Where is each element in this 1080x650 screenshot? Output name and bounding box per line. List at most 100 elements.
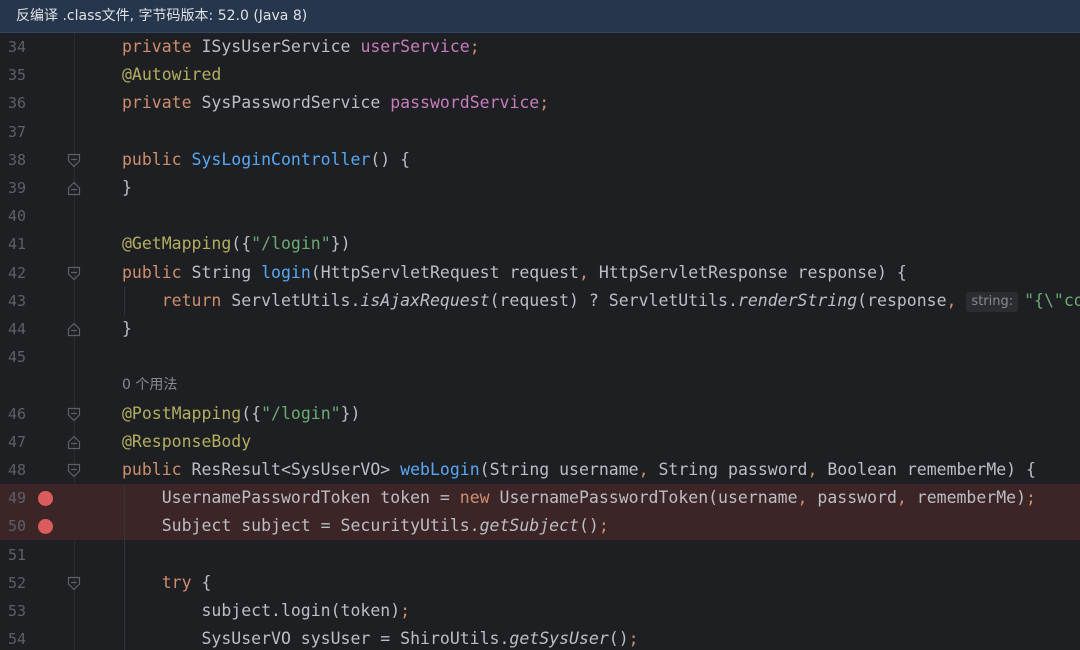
code-line[interactable]: 37 (0, 118, 1080, 146)
code-line[interactable]: 41 @GetMapping({"/login"}) (0, 230, 1080, 258)
code-text: @GetMapping({"/login"}) (122, 230, 351, 258)
code-text: subject.login(token); (122, 597, 410, 625)
code-token: ; (1026, 488, 1036, 508)
code-line[interactable]: 48 public ResResult<SysUserVO> webLogin(S… (0, 456, 1080, 484)
line-number[interactable]: 42 (0, 259, 26, 287)
code-token: @ResponseBody (122, 431, 252, 451)
line-number[interactable]: 41 (0, 230, 26, 258)
code-token: public (122, 460, 192, 479)
line-number[interactable]: 52 (0, 569, 26, 597)
code-token: , (797, 488, 818, 508)
code-token: Boolean rememberMe) { (827, 460, 1036, 479)
line-number[interactable]: 47 (0, 428, 26, 456)
line-number[interactable]: 39 (0, 174, 26, 202)
code-editor[interactable]: 34 private ISysUserService userService; 35… (0, 33, 1080, 650)
breakpoint-icon[interactable] (38, 491, 53, 507)
code-token: } (122, 319, 132, 338)
code-text: @Autowired (122, 61, 221, 89)
line-number[interactable]: 45 (0, 343, 26, 371)
code-token: String (191, 262, 262, 282)
fold-open-icon[interactable] (67, 407, 81, 422)
line-number[interactable]: 54 (0, 625, 26, 650)
code-token: ResResult<SysUserVO> (191, 460, 401, 479)
code-line[interactable]: 45 (0, 343, 1080, 371)
code-text: } (122, 315, 132, 343)
code-token: try (122, 572, 202, 592)
code-token: ; (628, 629, 639, 649)
line-number[interactable]: 38 (0, 146, 26, 174)
code-token: private (122, 93, 202, 113)
code-token: , (807, 460, 828, 479)
code-line[interactable]: 54 SysUserVO sysUser = ShiroUtils.getSys… (0, 625, 1080, 650)
line-number[interactable]: 37 (0, 118, 26, 146)
code-text: private SysPasswordService passwordServi… (122, 89, 549, 117)
code-token: (request) ? ServletUtils. (489, 290, 738, 310)
code-text: return ServletUtils.isAjaxRequest(reques… (122, 287, 1080, 315)
code-token: }) (340, 403, 361, 423)
line-number[interactable]: 53 (0, 597, 26, 625)
code-line[interactable]: 44} (0, 315, 1080, 343)
code-token: Subject subject = SecurityUtils. (122, 516, 480, 536)
line-number[interactable]: 51 (0, 541, 26, 569)
code-line[interactable]: 43 return ServletUtils.isAjaxRequest(req… (0, 287, 1080, 315)
code-text: public SysLoginController() { (122, 146, 410, 174)
fold-open-icon[interactable] (67, 576, 81, 591)
line-number[interactable]: 44 (0, 315, 26, 343)
code-line[interactable]: 53 subject.login(token); (0, 597, 1080, 625)
line-number[interactable]: 43 (0, 287, 26, 315)
code-token: renderString (737, 290, 858, 310)
code-text: public ResResult<SysUserVO> webLogin(Str… (122, 456, 1036, 484)
code-token: private (122, 37, 202, 56)
decompiled-class-banner: 反编译 .class文件, 字节码版本: 52.0 (Java 8) (0, 0, 1080, 33)
code-token: getSubject (479, 516, 579, 536)
line-number[interactable]: 48 (0, 456, 26, 484)
code-token: { (201, 572, 212, 592)
indent-guide (124, 286, 125, 315)
line-number[interactable]: 46 (0, 400, 26, 428)
line-number[interactable]: 35 (0, 61, 26, 89)
code-line[interactable]: 40 (0, 202, 1080, 230)
code-token: ; (539, 93, 550, 113)
code-token: public (122, 262, 192, 282)
line-number[interactable]: 34 (0, 33, 26, 61)
code-line[interactable]: 47 @ResponseBody (0, 428, 1080, 456)
code-line[interactable]: 46 @PostMapping({"/login"}) (0, 400, 1080, 428)
code-token: ({ (231, 234, 252, 254)
code-line[interactable]: 39} (0, 174, 1080, 202)
code-token: ; (400, 601, 411, 620)
fold-close-icon[interactable] (67, 322, 81, 337)
code-token: "{\"code (1024, 290, 1080, 310)
line-number[interactable]: 36 (0, 89, 26, 117)
fold-open-icon[interactable] (67, 463, 81, 478)
code-token: SysPasswordService (201, 93, 391, 113)
code-line[interactable]: 34 private ISysUserService userService; (0, 33, 1080, 61)
code-line[interactable]: 36 private SysPasswordService passwordSer… (0, 89, 1080, 117)
breakpoint-icon[interactable] (38, 519, 53, 535)
code-line[interactable]: 42 public String login(HttpServletRequest… (0, 259, 1080, 287)
line-number[interactable]: 49 (0, 484, 26, 512)
line-number[interactable]: 50 (0, 512, 26, 540)
code-token: UsernamePasswordToken token = (122, 488, 460, 508)
code-text: try { (122, 569, 212, 597)
fold-open-icon[interactable] (67, 266, 81, 281)
code-line[interactable]: 49 UsernamePasswordToken token = new Use… (0, 484, 1080, 513)
code-line[interactable]: 35 @Autowired (0, 61, 1080, 89)
code-line[interactable]: 38 public SysLoginController() { (0, 146, 1080, 174)
code-token: "/login" (251, 234, 331, 254)
code-token: @Autowired (122, 65, 222, 85)
code-line[interactable]: 52 try { (0, 569, 1080, 597)
code-line[interactable]: 50 Subject subject = SecurityUtils.getSu… (0, 512, 1080, 541)
code-line[interactable]: 51 (0, 541, 1080, 569)
usages-inlay-hint[interactable]: 0 个用法 (122, 371, 177, 399)
fold-open-icon[interactable] (67, 153, 81, 168)
code-text: SysUserVO sysUser = ShiroUtils.getSysUse… (122, 625, 639, 650)
code-line[interactable]: 0 个用法 (0, 371, 1080, 399)
code-token: () { (370, 149, 411, 169)
fold-close-icon[interactable] (67, 435, 81, 450)
code-token: getSysUser (509, 629, 609, 649)
code-token: subject.login(token) (122, 601, 401, 620)
fold-close-icon[interactable] (67, 181, 81, 196)
line-number[interactable]: 40 (0, 202, 26, 230)
code-token: passwordService (390, 93, 540, 113)
code-text: UsernamePasswordToken token = new Userna… (122, 484, 1036, 512)
